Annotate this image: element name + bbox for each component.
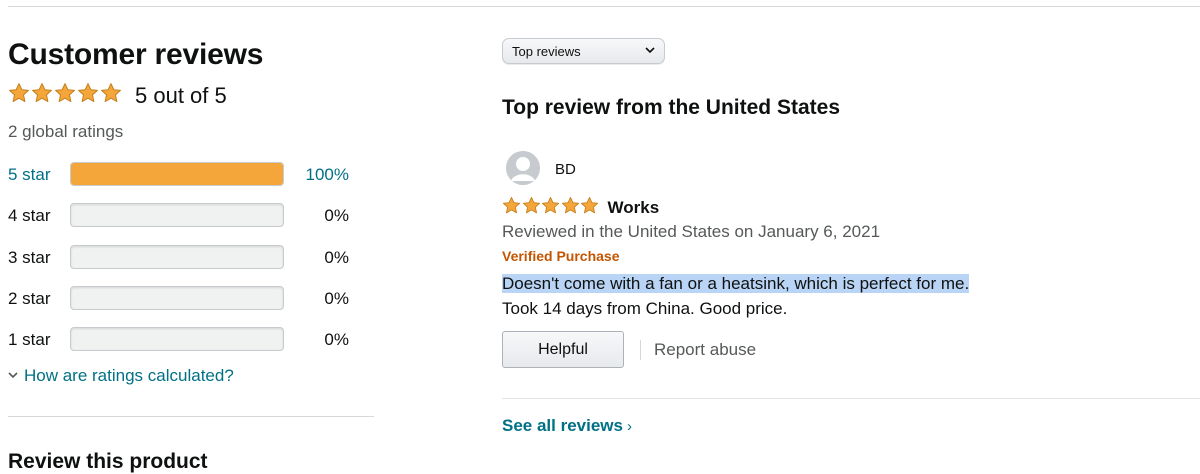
chevron-down-icon xyxy=(645,47,655,54)
histogram-row[interactable]: 5 star 100% xyxy=(8,159,374,200)
global-ratings-count: 2 global ratings xyxy=(8,122,124,141)
helpful-button[interactable]: Helpful xyxy=(502,331,624,368)
sort-reviews-dropdown[interactable]: Top reviews xyxy=(502,38,665,64)
right-divider xyxy=(502,398,1200,399)
how-ratings-calculated-label: How are ratings calculated? xyxy=(24,366,234,385)
histogram-bar xyxy=(70,285,284,310)
histogram-row: 4 star 0% xyxy=(8,200,374,241)
customer-reviews-heading: Customer reviews xyxy=(8,38,264,71)
review-star-rating[interactable] xyxy=(502,196,600,220)
star-icon xyxy=(502,196,521,214)
histogram-bar xyxy=(70,327,284,352)
histogram-percent: 0% xyxy=(324,288,349,308)
chevron-right-icon: › xyxy=(626,417,632,435)
star-icon xyxy=(9,83,29,103)
review-body-line-2: Took 14 days from China. Good price. xyxy=(502,299,788,318)
review-date: Reviewed in the United States on January… xyxy=(502,222,881,241)
top-divider xyxy=(8,6,1200,7)
histogram-row: 3 star 0% xyxy=(8,242,374,283)
star-icon xyxy=(78,83,98,103)
histogram-star-label: 2 star xyxy=(8,288,51,308)
star-icon xyxy=(32,83,52,103)
histogram-row: 1 star 0% xyxy=(8,324,374,365)
star-icon xyxy=(55,83,75,103)
left-divider xyxy=(8,416,374,417)
see-all-reviews-link[interactable]: See all reviews › xyxy=(502,416,632,436)
histogram-percent[interactable]: 100% xyxy=(306,165,349,185)
average-rating[interactable]: 5 out of 5 xyxy=(8,82,227,109)
average-rating-text: 5 out of 5 xyxy=(135,82,227,108)
verified-purchase-badge: Verified Purchase xyxy=(502,248,620,264)
sort-selected-label: Top reviews xyxy=(512,43,581,59)
review-body-line-1: Doesn't come with a fan or a heatsink, w… xyxy=(502,274,970,294)
histogram-bar xyxy=(70,203,284,228)
histogram-bar[interactable] xyxy=(70,162,284,186)
report-abuse-link[interactable]: Report abuse xyxy=(654,340,756,360)
how-ratings-calculated-link[interactable]: How are ratings calculated? xyxy=(8,366,234,386)
top-review-heading: Top review from the United States xyxy=(502,96,840,119)
default-user-icon xyxy=(506,151,540,185)
chevron-down-icon xyxy=(8,370,18,382)
review-rating-row: Works xyxy=(502,196,659,220)
histogram-bar xyxy=(70,244,284,269)
action-separator xyxy=(640,340,641,360)
see-all-reviews-label: See all reviews xyxy=(502,416,623,435)
star-icon xyxy=(580,196,599,214)
star-icon xyxy=(101,83,121,103)
review-body-selected-text: Doesn't come with a fan or a heatsink, w… xyxy=(502,274,970,293)
reviewer-name[interactable]: BD xyxy=(555,161,576,178)
histogram-star-label[interactable]: 5 star xyxy=(8,165,51,185)
rating-histogram: 5 star 100% 4 star 0% 3 star 0% 2 star 0% 1 star… xyxy=(8,159,374,365)
star-icon xyxy=(522,196,540,214)
average-star-rating xyxy=(8,82,123,109)
star-icon xyxy=(561,196,579,214)
histogram-percent: 0% xyxy=(324,206,349,226)
histogram-percent: 0% xyxy=(324,247,349,267)
histogram-star-label: 3 star xyxy=(8,247,51,267)
star-icon xyxy=(541,196,560,214)
histogram-star-label: 4 star xyxy=(8,206,51,226)
histogram-row: 2 star 0% xyxy=(8,283,374,324)
histogram-bar-fill xyxy=(71,163,283,185)
histogram-star-label: 1 star xyxy=(8,330,51,350)
review-title[interactable]: Works xyxy=(608,198,660,218)
reviewer-avatar xyxy=(506,151,540,185)
histogram-percent: 0% xyxy=(324,330,349,350)
review-this-product-heading: Review this product xyxy=(8,450,208,473)
